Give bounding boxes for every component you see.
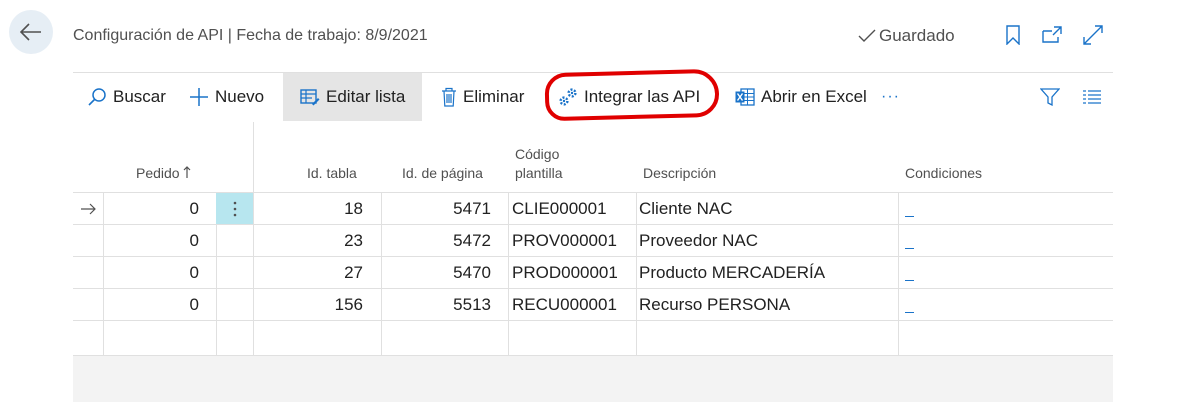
column-header-conditions[interactable]: Condiciones <box>905 164 982 183</box>
cell-page-id[interactable]: 5513 <box>381 289 491 321</box>
cell-conditions-link[interactable] <box>903 225 915 257</box>
excel-icon <box>735 88 755 106</box>
cell-order[interactable]: 0 <box>103 193 199 225</box>
column-header-description[interactable]: Descripción <box>643 164 716 183</box>
delete-label: Eliminar <box>463 87 525 106</box>
row-actions-button[interactable] <box>216 193 253 224</box>
column-header-template-line2: plantilla <box>515 165 563 181</box>
column-header-order[interactable]: Pedido <box>136 164 191 183</box>
cell-template-code[interactable]: PROV000001 <box>512 225 617 257</box>
cell-template-code[interactable]: PROD000001 <box>512 257 618 289</box>
open-excel-label: Abrir en Excel <box>761 87 867 106</box>
cell-page-id[interactable]: 5472 <box>381 225 491 257</box>
open-new-window-button[interactable] <box>1041 24 1063 46</box>
current-row-indicator <box>80 193 98 225</box>
cell-order[interactable]: 0 <box>103 289 199 321</box>
sort-ascending-icon <box>184 166 191 178</box>
table-row[interactable]: 0 23 5472 PROV000001 Proveedor NAC <box>73 224 1113 256</box>
table-row[interactable]: 0 27 5470 PROD000001 Producto MERCADERÍA <box>73 256 1113 288</box>
open-new-window-icon <box>1042 26 1062 43</box>
cell-table-id[interactable]: 23 <box>253 225 363 257</box>
filter-button[interactable] <box>1040 73 1060 121</box>
saved-label: Guardado <box>879 26 955 45</box>
saved-status: Guardado <box>858 26 955 46</box>
data-table: Pedido Id. tabla Id. de página Código pl… <box>73 122 1113 355</box>
edit-list-label: Editar lista <box>326 87 406 106</box>
cell-conditions-link[interactable] <box>903 289 915 321</box>
cell-table-id[interactable]: 156 <box>253 289 363 321</box>
delete-button[interactable]: Eliminar <box>441 73 524 121</box>
cell-template-code[interactable]: RECU000001 <box>512 289 617 321</box>
gears-icon <box>559 88 577 106</box>
filter-icon <box>1040 88 1060 106</box>
bookmark-icon <box>1006 25 1020 45</box>
arrow-right-icon <box>81 203 96 215</box>
new-button[interactable]: Nuevo <box>189 73 264 121</box>
search-label: Buscar <box>113 87 166 106</box>
table-row[interactable]: 0 18 5471 CLIE000001 Cliente NAC <box>73 192 1113 224</box>
cell-description[interactable]: Cliente NAC <box>639 193 733 225</box>
trash-icon <box>442 87 456 107</box>
bookmark-button[interactable] <box>1002 24 1024 46</box>
table-row[interactable]: 0 156 5513 RECU000001 Recurso PERSONA <box>73 288 1113 320</box>
cell-page-id[interactable]: 5470 <box>381 257 491 289</box>
integrate-api-label: Integrar las API <box>584 87 701 106</box>
page-title: Configuración de API | Fecha de trabajo:… <box>73 27 428 44</box>
column-header-template-line1: Código <box>515 146 560 162</box>
cell-table-id[interactable]: 18 <box>253 193 363 225</box>
integrate-api-button[interactable]: Integrar las API <box>558 73 700 121</box>
search-button[interactable]: Buscar <box>87 73 166 121</box>
cell-page-id[interactable]: 5471 <box>381 193 491 225</box>
cell-description[interactable]: Recurso PERSONA <box>639 289 790 321</box>
checkmark-icon <box>858 29 876 42</box>
column-header-table-id[interactable]: Id. tabla <box>307 164 357 183</box>
expand-icon <box>1083 25 1103 45</box>
edit-list-icon <box>300 89 320 106</box>
open-excel-button[interactable]: Abrir en Excel <box>735 73 867 121</box>
list-footer <box>73 355 1113 402</box>
expand-button[interactable] <box>1082 24 1104 46</box>
more-vertical-icon <box>233 201 236 216</box>
new-label: Nuevo <box>215 87 265 106</box>
back-button[interactable] <box>9 10 53 54</box>
plus-icon <box>190 88 208 106</box>
action-bar: Buscar Nuevo Editar lista Eliminar Integ… <box>73 72 1113 122</box>
cell-description[interactable]: Producto MERCADERÍA <box>639 257 825 289</box>
search-icon <box>88 88 106 106</box>
cell-conditions-link[interactable] <box>903 193 915 225</box>
cell-description[interactable]: Proveedor NAC <box>639 225 758 257</box>
cell-table-id[interactable]: 27 <box>253 257 363 289</box>
edit-list-button[interactable]: Editar lista <box>283 73 422 121</box>
more-options-button[interactable]: ··· <box>881 73 900 121</box>
list-view-button[interactable] <box>1083 73 1101 121</box>
column-header-page-id[interactable]: Id. de página <box>402 164 483 183</box>
new-record-row[interactable] <box>73 320 1113 352</box>
column-header-template-code[interactable]: Código plantilla <box>515 145 562 183</box>
cell-conditions-link[interactable] <box>903 257 915 289</box>
arrow-left-icon <box>20 23 41 41</box>
cell-template-code[interactable]: CLIE000001 <box>512 193 607 225</box>
cell-order[interactable]: 0 <box>103 225 199 257</box>
list-view-icon <box>1083 90 1101 104</box>
column-header-order-label: Pedido <box>136 165 180 181</box>
cell-order[interactable]: 0 <box>103 257 199 289</box>
